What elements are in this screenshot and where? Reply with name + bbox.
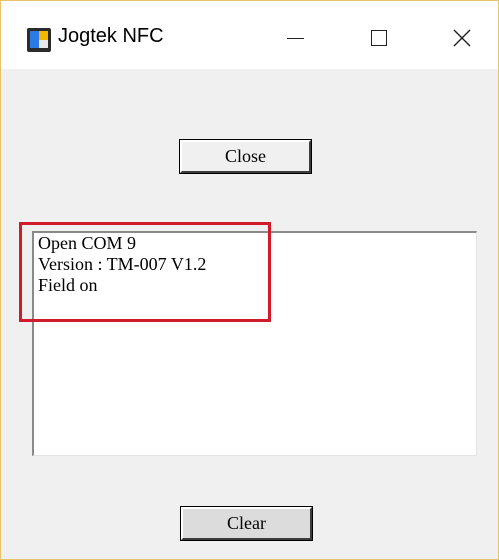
maximize-icon [371,30,387,46]
close-button[interactable]: Close [179,139,312,174]
log-line: Open COM 9 [38,233,136,253]
title-bar: Jogtek NFC [1,1,498,69]
window-close-button[interactable] [431,1,491,69]
clear-button[interactable]: Clear [180,506,313,541]
window-title: Jogtek NFC [58,25,164,47]
maximize-button[interactable] [349,1,409,69]
minimize-button[interactable] [271,1,331,69]
log-line: Version : TM-007 V1.2 [38,254,207,274]
log-output-box[interactable]: Open COM 9 Version : TM-007 V1.2 Field o… [32,231,477,456]
close-icon [453,29,471,47]
log-line: Field on [38,275,98,295]
jogtek-nfc-window: Jogtek NFC Close Open COM 9 Version : TM… [0,0,499,560]
app-icon [27,28,51,52]
minimize-icon [287,38,304,39]
